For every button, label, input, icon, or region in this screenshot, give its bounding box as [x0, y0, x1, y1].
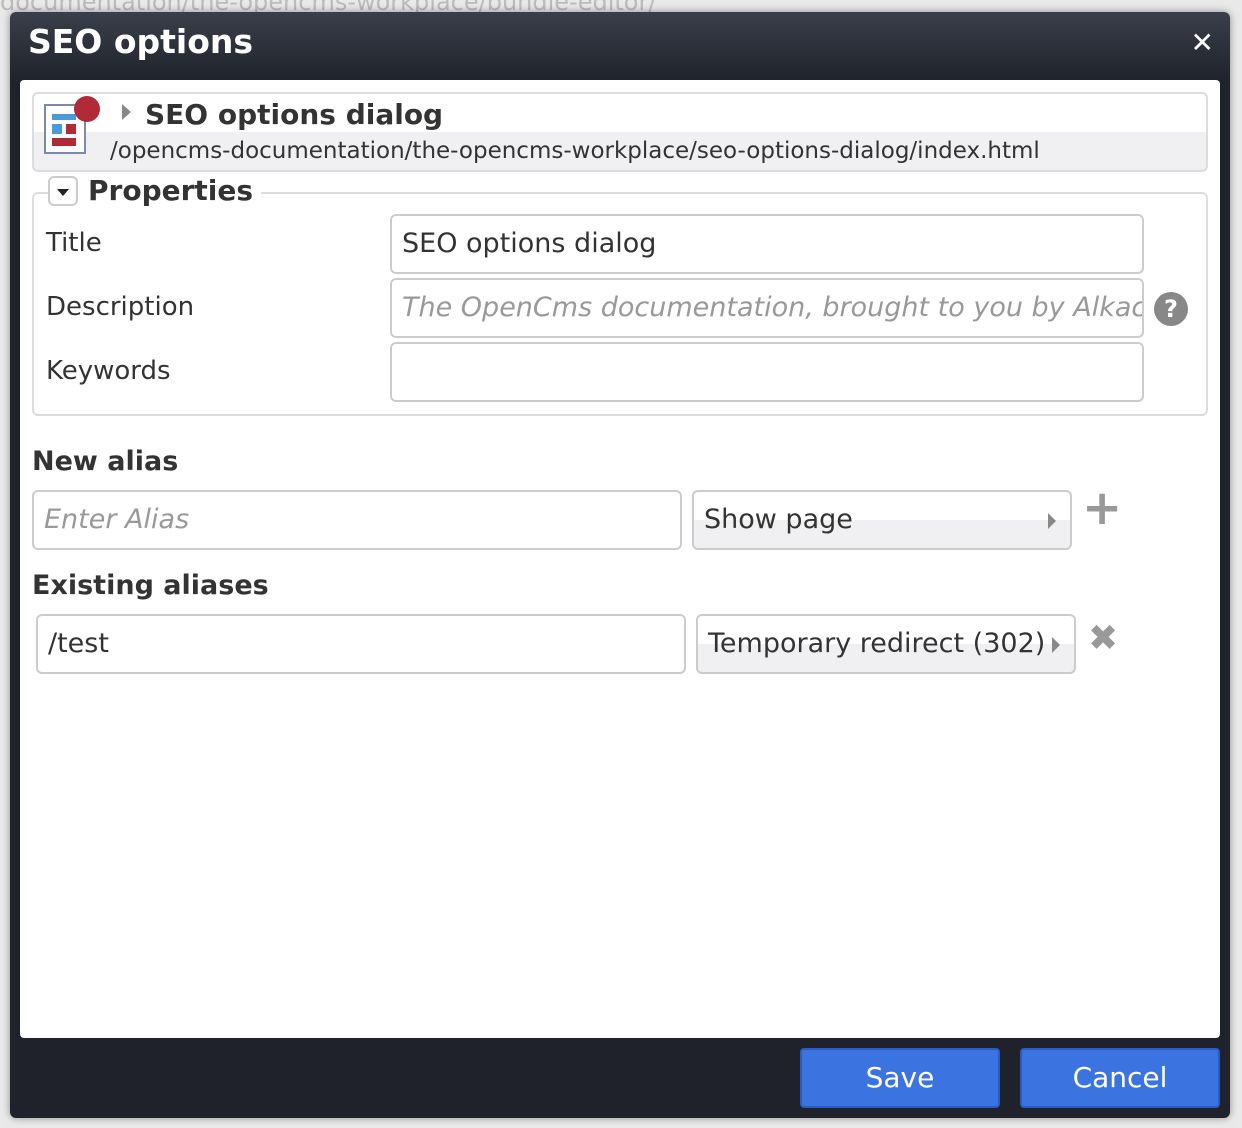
- properties-heading: Properties: [88, 174, 254, 207]
- resource-path: /opencms-documentation/the-opencms-workp…: [110, 138, 1040, 164]
- title-label: Title: [46, 228, 102, 258]
- properties-section: Properties Title SEO options dialog Desc…: [32, 174, 1208, 416]
- add-alias-icon[interactable]: +: [1082, 480, 1122, 536]
- resource-title[interactable]: SEO options dialog: [122, 98, 443, 131]
- description-input[interactable]: The OpenCms documentation, brought to yo…: [390, 278, 1144, 338]
- new-alias-heading: New alias: [32, 446, 179, 477]
- dialog-content: SEO options dialog /opencms-documentatio…: [20, 80, 1220, 1038]
- alias-path-input[interactable]: /test: [36, 614, 686, 674]
- properties-legend: Properties: [48, 174, 262, 207]
- title-input[interactable]: SEO options dialog: [390, 214, 1144, 274]
- new-alias-input[interactable]: Enter Alias: [32, 490, 682, 550]
- save-button[interactable]: Save: [800, 1048, 1000, 1108]
- keywords-label: Keywords: [46, 356, 171, 386]
- seo-options-dialog: SEO options ✕ SEO options dialog /opencm…: [10, 12, 1230, 1118]
- keywords-input[interactable]: [390, 342, 1144, 402]
- resource-header: SEO options dialog /opencms-documentatio…: [32, 92, 1208, 172]
- collapse-toggle[interactable]: [48, 175, 78, 206]
- close-icon[interactable]: ✕: [1191, 26, 1214, 59]
- dialog-title: SEO options: [28, 22, 254, 61]
- description-label: Description: [46, 292, 195, 322]
- new-alias-mode-select[interactable]: Show page: [692, 490, 1072, 550]
- remove-alias-icon[interactable]: ✖: [1088, 618, 1118, 659]
- cancel-button[interactable]: Cancel: [1020, 1048, 1220, 1108]
- alias-mode-select[interactable]: Temporary redirect (302): [696, 614, 1076, 674]
- status-badge: [74, 96, 100, 122]
- existing-aliases-heading: Existing aliases: [32, 570, 269, 601]
- help-icon[interactable]: ?: [1154, 292, 1188, 326]
